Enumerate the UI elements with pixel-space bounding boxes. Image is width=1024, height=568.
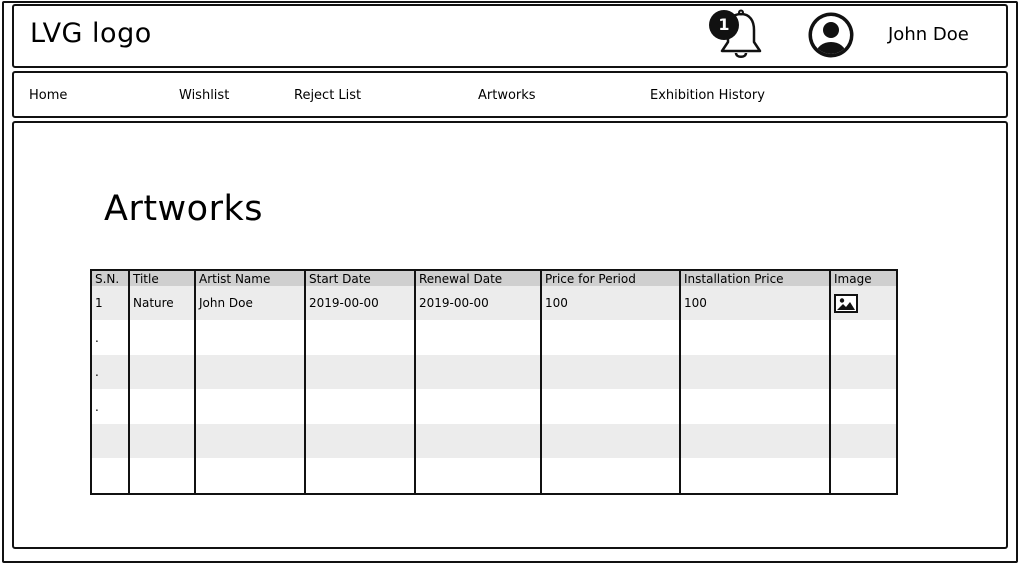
cell-installation-price	[679, 389, 831, 424]
cell-title	[128, 423, 196, 459]
user-name[interactable]: John Doe	[888, 24, 969, 45]
cell-artist-name	[194, 389, 306, 424]
cell-sn	[90, 458, 130, 494]
table-header-row: S.N. Title Artist Name Start Date Renewa…	[90, 270, 898, 286]
main-content: Artworks S.N. Title Artist Name Start Da…	[12, 121, 1008, 549]
cell-price-for-period	[540, 458, 681, 494]
cell-price-for-period	[540, 320, 681, 355]
cell-sn: .	[90, 354, 130, 390]
cell-image	[829, 320, 898, 355]
cell-sn: .	[90, 389, 130, 424]
cell-price-for-period: 100	[540, 286, 681, 321]
cell-renewal-date	[414, 354, 542, 390]
column-header-price-for-period[interactable]: Price for Period	[540, 270, 681, 286]
cell-price-for-period	[540, 354, 681, 390]
cell-start-date	[304, 354, 416, 390]
cell-sn: .	[90, 320, 130, 355]
nav-reject-list[interactable]: Reject List	[294, 88, 361, 103]
table-row[interactable]	[90, 458, 898, 494]
nav-artworks[interactable]: Artworks	[478, 88, 536, 103]
cell-installation-price	[679, 458, 831, 494]
cell-start-date	[304, 320, 416, 355]
column-header-title[interactable]: Title	[128, 270, 196, 286]
cell-artist-name	[194, 354, 306, 390]
nav-wishlist[interactable]: Wishlist	[179, 88, 229, 103]
column-header-renewal-date[interactable]: Renewal Date	[414, 270, 542, 286]
cell-artist-name	[194, 423, 306, 459]
nav-home[interactable]: Home	[29, 88, 67, 103]
artworks-table: S.N. Title Artist Name Start Date Renewa…	[90, 269, 898, 495]
cell-renewal-date	[414, 389, 542, 424]
cell-start-date: 2019-00-00	[304, 286, 416, 321]
cell-price-for-period	[540, 423, 681, 459]
column-header-image[interactable]: Image	[829, 270, 898, 286]
cell-image	[829, 423, 898, 459]
nav-exhibition-history[interactable]: Exhibition History	[650, 88, 765, 103]
cell-price-for-period	[540, 389, 681, 424]
table-row[interactable]: .	[90, 320, 898, 355]
table-row[interactable]: .	[90, 354, 898, 390]
table-row[interactable]: 1 Nature John Doe 2019-00-00 2019-00-00 …	[90, 286, 898, 321]
cell-artist-name	[194, 458, 306, 494]
cell-image	[829, 458, 898, 494]
cell-renewal-date	[414, 458, 542, 494]
header-bar: LVG logo	[12, 4, 1008, 68]
cell-renewal-date	[414, 423, 542, 459]
cell-installation-price	[679, 354, 831, 390]
cell-renewal-date: 2019-00-00	[414, 286, 542, 321]
user-avatar-icon[interactable]	[806, 10, 856, 60]
cell-title	[128, 354, 196, 390]
cell-title	[128, 458, 196, 494]
cell-start-date	[304, 458, 416, 494]
cell-title: Nature	[128, 286, 196, 321]
cell-start-date	[304, 389, 416, 424]
cell-sn	[90, 423, 130, 459]
nav-bar: Home Wishlist Reject List Artworks Exhib…	[12, 71, 1008, 118]
cell-artist-name: John Doe	[194, 286, 306, 321]
image-icon[interactable]	[834, 293, 858, 313]
logo: LVG logo	[30, 18, 152, 49]
cell-start-date	[304, 423, 416, 459]
cell-image	[829, 354, 898, 390]
cell-image	[829, 286, 898, 321]
cell-renewal-date	[414, 320, 542, 355]
cell-artist-name	[194, 320, 306, 355]
cell-installation-price	[679, 320, 831, 355]
cell-image	[829, 389, 898, 424]
cell-title	[128, 389, 196, 424]
cell-installation-price	[679, 423, 831, 459]
column-header-sn[interactable]: S.N.	[90, 270, 130, 286]
column-header-artist-name[interactable]: Artist Name	[194, 270, 306, 286]
table-row[interactable]: .	[90, 389, 898, 424]
page-title: Artworks	[104, 189, 263, 229]
cell-sn: 1	[90, 286, 130, 321]
notification-badge[interactable]: 1	[709, 10, 739, 40]
table-row[interactable]	[90, 423, 898, 459]
cell-title	[128, 320, 196, 355]
cell-installation-price: 100	[679, 286, 831, 321]
column-header-start-date[interactable]: Start Date	[304, 270, 416, 286]
column-header-installation-price[interactable]: Installation Price	[679, 270, 831, 286]
